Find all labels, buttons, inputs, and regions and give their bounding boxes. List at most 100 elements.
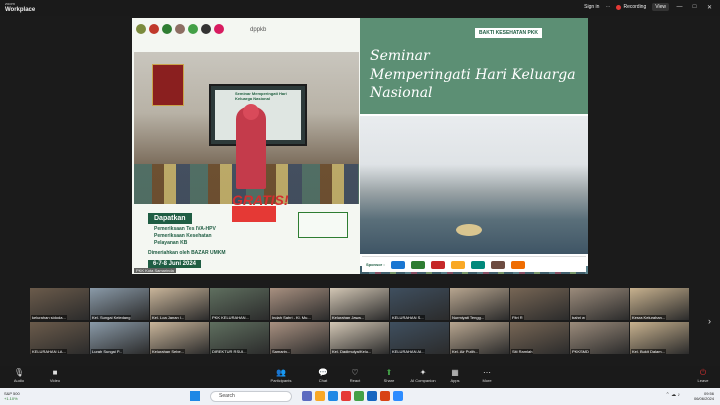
participant-tile[interactable]: PKKSMD <box>570 322 629 354</box>
ai-companion-button[interactable]: ✦ AI Companion <box>408 368 438 383</box>
participant-tile[interactable]: Kel. Dadimulya/Kelu... <box>330 322 389 354</box>
view-button[interactable]: View <box>652 3 669 11</box>
recording-label: Recording <box>623 4 647 10</box>
participant-name: Lurah Sungai P... <box>91 349 124 354</box>
participant-tile[interactable]: KELURAHAN AI... <box>390 322 449 354</box>
sponsor-logo <box>410 260 425 269</box>
video-button[interactable]: ■ Video <box>40 368 70 383</box>
windows-start-icon[interactable] <box>190 391 200 401</box>
participant-tile[interactable]: KELURAHAN S... <box>390 288 449 320</box>
react-label: React <box>349 378 361 383</box>
participant-tile[interactable]: DIREKTUR RSUI... <box>210 322 269 354</box>
participant-name: Kel. Air Putih... <box>451 349 480 354</box>
benefit-item: Pemeriksaan Kesehatan <box>154 233 212 239</box>
apps-label: Apps <box>450 378 460 383</box>
chat-button[interactable]: 💬 Chat <box>308 368 338 383</box>
leave-icon: ⏻ <box>699 368 707 377</box>
hall-photo <box>360 116 588 274</box>
zoom-icon[interactable] <box>393 391 403 401</box>
brand-line2: Workplace <box>5 7 36 13</box>
react-button[interactable]: ♡ React <box>340 368 370 383</box>
chat-icon: 💬 <box>318 368 328 377</box>
participant-tile[interactable]: Nurmiyati Tengg... <box>450 288 509 320</box>
participant-tile[interactable]: Kelurahan Sebe... <box>150 322 209 354</box>
dppkb-logo: dppkb <box>250 27 267 33</box>
maximize-icon[interactable]: □ <box>690 4 699 10</box>
participant-tile[interactable]: Indah Sahri - Kl. Mu... <box>270 288 329 320</box>
participant-gallery: kelurahan sidoda... Kel. Sungai Keledang K… <box>30 288 690 354</box>
participant-tile[interactable]: bahri w <box>570 288 629 320</box>
participant-tile[interactable]: Fitri R <box>510 288 569 320</box>
participant-tile[interactable]: Kesra Kelurahan... <box>630 288 689 320</box>
participant-tile[interactable]: Samarin... <box>270 322 329 354</box>
clock-date: 06/06/2024 <box>693 396 714 401</box>
poster-right: BAKTI KESEHATAN PKK Seminar Memperingati… <box>360 18 588 274</box>
file-explorer-icon[interactable] <box>315 391 325 401</box>
meeting-controls: 🎙 Audio ■ Video 👥 Participants 💬 Chat ♡ … <box>0 366 720 388</box>
speaker-head <box>243 104 259 120</box>
sponsor-bar: Sponsor : <box>362 256 586 272</box>
benefit-list: Pemeriksaan Tes IVA-HPV Pemeriksaan Kese… <box>154 226 216 247</box>
participants-label: Participants <box>270 378 292 383</box>
minimize-icon[interactable]: — <box>675 4 684 10</box>
signin-link[interactable]: Sign in <box>584 4 599 10</box>
event-photo: Seminar Memperingati Hari Keluarga Nasio… <box>134 52 359 204</box>
logo-icon <box>201 24 211 34</box>
sponsor-logos <box>136 24 224 34</box>
leave-label: Leave <box>697 378 709 383</box>
banner-flag <box>152 64 184 106</box>
sponsor-logo <box>430 260 445 269</box>
companion-label: AI Companion <box>410 378 436 383</box>
more-icon[interactable]: ⋯ <box>605 4 610 10</box>
audio-button[interactable]: 🎙 Audio <box>4 368 34 383</box>
participant-tile[interactable]: Siti Ramlah <box>510 322 569 354</box>
participant-name: Indah Sahri - Kl. Mu... <box>271 315 312 320</box>
stock-widget[interactable]: S&P 500 +1.10% <box>4 391 20 401</box>
excel-icon[interactable] <box>354 391 364 401</box>
chrome-icon[interactable] <box>341 391 351 401</box>
more-button[interactable]: ⋯ More <box>472 368 502 383</box>
chandelier <box>456 224 482 236</box>
next-page-icon[interactable]: › <box>708 316 711 326</box>
participant-tile[interactable]: Kel. Bukit Dalam... <box>630 322 689 354</box>
leave-button[interactable]: ⏻ Leave <box>688 368 718 383</box>
apps-icon: ▦ <box>451 368 459 377</box>
record-dot-icon <box>616 4 622 10</box>
recording-indicator[interactable]: Recording <box>616 4 646 10</box>
participant-name: Kelurahan Sebe... <box>151 349 186 354</box>
participant-name: Kel. Dadimulya/Kelu... <box>331 349 373 354</box>
apps-button[interactable]: ▦ Apps <box>440 368 470 383</box>
participant-name: Samarin... <box>271 349 292 354</box>
logo-icon <box>162 24 172 34</box>
participant-tile[interactable]: Kel. Air Putih... <box>450 322 509 354</box>
word-icon[interactable] <box>367 391 377 401</box>
benefit-item: Pemeriksaan Tes IVA-HPV <box>154 226 216 232</box>
powerpoint-icon[interactable] <box>380 391 390 401</box>
system-tray[interactable]: ⌃ ☁ ♪ <box>666 392 680 398</box>
task-view-icon[interactable] <box>302 391 312 401</box>
logo-icon <box>214 24 224 34</box>
participant-name: Nurmiyati Tengg... <box>451 315 486 320</box>
participant-tile[interactable]: Lurah Sungai P... <box>90 322 149 354</box>
share-button[interactable]: ⬆ Share <box>374 368 404 383</box>
edge-icon[interactable] <box>328 391 338 401</box>
camera-icon: ■ <box>52 368 58 377</box>
participant-tile[interactable]: Kel. Loa Janan I... <box>150 288 209 320</box>
sponsor-logo <box>470 260 485 269</box>
participant-name: kelurahan sidoda... <box>31 315 67 320</box>
participants-button[interactable]: 👥 Participants <box>266 368 296 383</box>
participant-name: Siti Ramlah <box>511 349 534 354</box>
participant-name: KELURAHAN AI... <box>391 349 426 354</box>
dapatkan-heading: Dapatkan <box>148 213 192 224</box>
heart-icon: ♡ <box>351 368 359 377</box>
participant-tile[interactable]: PKK KELURAHAN... <box>210 288 269 320</box>
participant-tile[interactable]: Kel. Sungai Keledang <box>90 288 149 320</box>
close-icon[interactable]: ✕ <box>705 4 714 11</box>
participant-tile[interactable]: Kelurahan Jawa... <box>330 288 389 320</box>
taskbar-clock[interactable]: 09:56 06/06/2024 <box>694 391 714 401</box>
chat-label: Chat <box>318 378 328 383</box>
logo-icon <box>136 24 146 34</box>
taskbar-search[interactable]: Search <box>210 391 292 402</box>
participant-tile[interactable]: KELURAHAN LA... <box>30 322 89 354</box>
participant-tile[interactable]: kelurahan sidoda... <box>30 288 89 320</box>
